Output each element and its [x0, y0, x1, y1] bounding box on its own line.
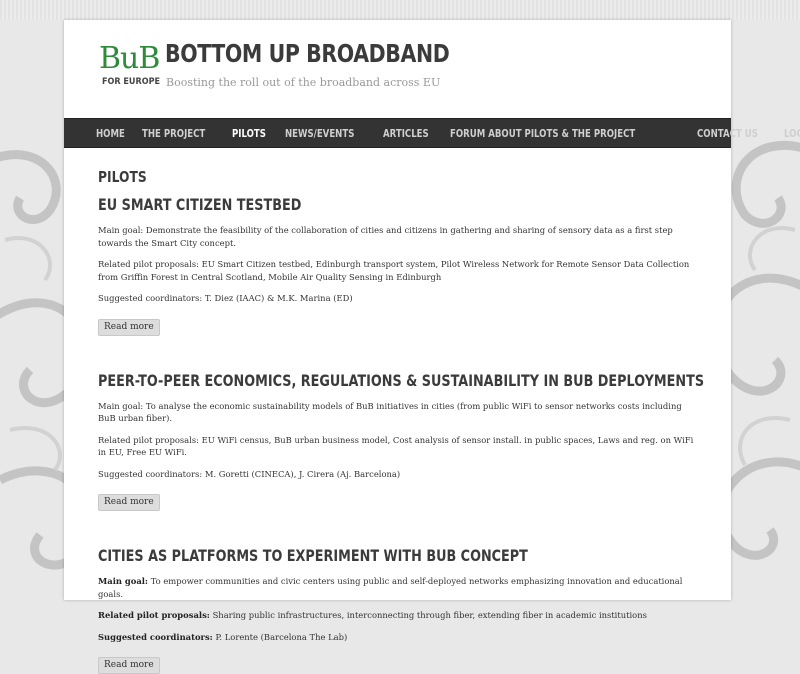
article-title[interactable]: EU SMART CITIZEN TESTBED	[98, 195, 578, 214]
nav-item-pilots[interactable]: PILOTS	[232, 127, 266, 140]
article-goal: Main goal: Demonstrate the feasibility o…	[98, 224, 698, 249]
site-tagline: Boosting the roll out of the broadband a…	[166, 76, 441, 89]
proposals-label: Related pilot proposals:	[98, 610, 210, 620]
article-goal: Main goal: To empower communities and ci…	[98, 575, 698, 600]
proposals-label: Related pilot proposals:	[98, 259, 199, 269]
proposals-text: Sharing public infrastructures, intercon…	[212, 610, 647, 620]
goal-text: Demonstrate the feasibility of the colla…	[98, 225, 673, 248]
article-divider	[98, 354, 698, 355]
page-title: PILOTS	[98, 168, 147, 186]
nav-item-the-project[interactable]: THE PROJECT	[142, 127, 205, 140]
article-proposals: Related pilot proposals: Sharing public …	[98, 609, 698, 622]
site-logo[interactable]: BuB FOR EUROPE	[99, 41, 161, 90]
coordinators-label: Suggested coordinators:	[98, 631, 213, 642]
logo-subtitle: FOR EUROPE	[102, 77, 161, 87]
article-proposals: Related pilot proposals: EU Smart Citize…	[98, 258, 698, 283]
article-coordinators: Suggested coordinators: T. Diez (IAAC) &…	[98, 292, 698, 305]
main-navigation: HOME THE PROJECT PILOTS NEWS/EVENTS ARTI…	[64, 118, 800, 148]
goal-text: To analyse the economic sustainability m…	[98, 400, 682, 424]
article-coordinators: Suggested coordinators: M. Goretti (CINE…	[98, 468, 698, 481]
article-coordinators: Suggested coordinators: P. Lorente (Barc…	[98, 631, 698, 644]
article-cities-platforms: CITIES AS PLATFORMS TO EXPERIMENT WITH B…	[98, 546, 698, 674]
logo-mark: BuB	[99, 41, 160, 76]
main-content: PILOTS EU SMART CITIZEN TESTBED Main goa…	[98, 168, 704, 674]
article-title[interactable]: CITIES AS PLATFORMS TO EXPERIMENT WITH B…	[98, 546, 578, 565]
article-smart-citizen: EU SMART CITIZEN TESTBED Main goal: Demo…	[98, 195, 698, 336]
coordinators-text: M. Goretti (CINECA), J. Cirera (Aj. Barc…	[204, 468, 401, 479]
nav-item-news-events[interactable]: NEWS/EVENTS	[285, 127, 354, 140]
nav-item-articles[interactable]: ARTICLES	[383, 127, 429, 140]
page-container: BuB FOR EUROPE BOTTOM UP BROADBAND Boost…	[64, 20, 800, 674]
nav-item-home[interactable]: HOME	[96, 127, 125, 140]
goal-text: To empower communities and civic centers…	[98, 576, 683, 599]
article-proposals: Related pilot proposals: EU WiFi census,…	[98, 434, 698, 459]
read-more-button[interactable]: Read more	[98, 657, 160, 674]
goal-label: Main goal:	[98, 400, 144, 411]
goal-label: Main goal:	[98, 225, 144, 235]
coordinators-label: Suggested coordinators:	[98, 468, 203, 479]
nav-item-login[interactable]: LOGIN	[784, 127, 800, 140]
coordinators-text: T. Diez (IAAC) & M.K. Marina (ED)	[204, 293, 353, 303]
article-p2p-economics: PEER-TO-PEER ECONOMICS, REGULATIONS & SU…	[98, 371, 704, 511]
nav-item-contact-us[interactable]: CONTACT US	[697, 127, 758, 140]
article-divider	[98, 529, 698, 530]
proposals-label: Related pilot proposals:	[98, 434, 199, 445]
background-stripes	[0, 0, 800, 20]
site-title[interactable]: BOTTOM UP BROADBAND	[165, 39, 450, 68]
article-goal: Main goal: To analyse the economic susta…	[98, 400, 698, 425]
article-title[interactable]: PEER-TO-PEER ECONOMICS, REGULATIONS & SU…	[98, 371, 704, 390]
site-header: BuB FOR EUROPE BOTTOM UP BROADBAND Boost…	[64, 20, 731, 118]
read-more-button[interactable]: Read more	[98, 318, 160, 336]
goal-label: Main goal:	[98, 576, 149, 586]
read-more-button[interactable]: Read more	[98, 494, 160, 511]
coordinators-text: P. Lorente (Barcelona The Lab)	[215, 631, 348, 642]
nav-item-forum[interactable]: FORUM ABOUT PILOTS & THE PROJECT	[450, 127, 635, 140]
coordinators-label: Suggested coordinators:	[98, 293, 203, 303]
